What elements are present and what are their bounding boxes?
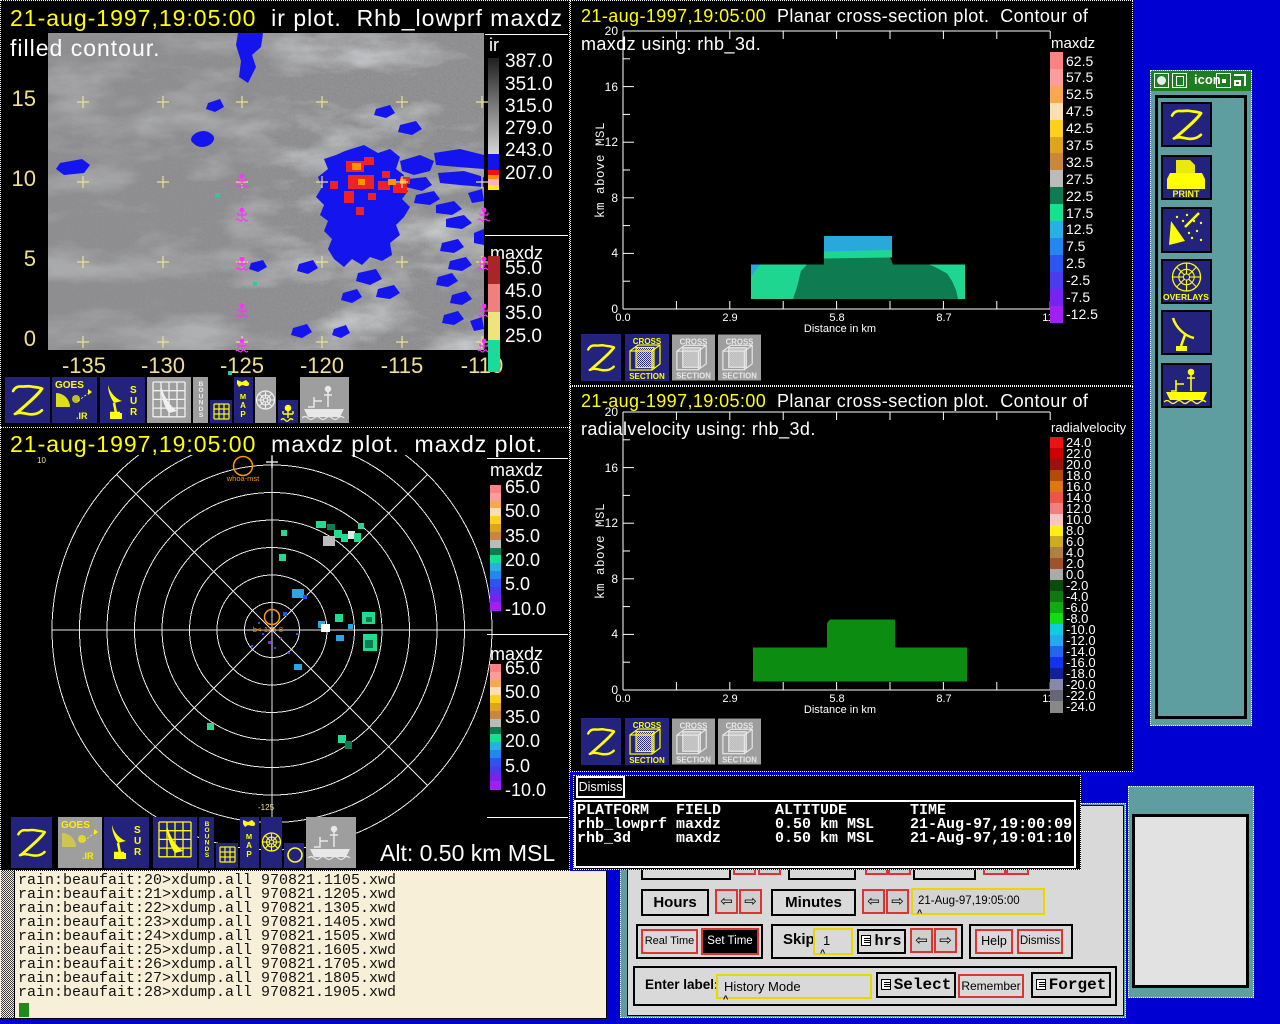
svg-text:SECTION: SECTION — [629, 756, 665, 765]
svg-text:A: A — [246, 841, 252, 850]
svg-text:SECTION: SECTION — [722, 756, 757, 765]
svg-text:.IR: .IR — [82, 851, 94, 861]
svg-text:P: P — [246, 850, 252, 859]
svg-text:SECTION: SECTION — [676, 756, 711, 765]
svg-text:SECTION: SECTION — [629, 372, 665, 381]
svg-text:PRINT: PRINT — [1173, 189, 1201, 199]
svg-text:SECTION: SECTION — [676, 372, 711, 381]
svg-text:S: S — [134, 825, 141, 836]
svg-text:OVERLAYS: OVERLAYS — [1163, 292, 1209, 302]
svg-text:GOES: GOES — [61, 820, 90, 831]
svg-text:SECTION: SECTION — [722, 372, 757, 381]
svg-text:R: R — [134, 847, 142, 858]
svg-text:S: S — [205, 852, 210, 859]
svg-text:U: U — [134, 836, 141, 847]
svg-text:M: M — [246, 832, 252, 841]
